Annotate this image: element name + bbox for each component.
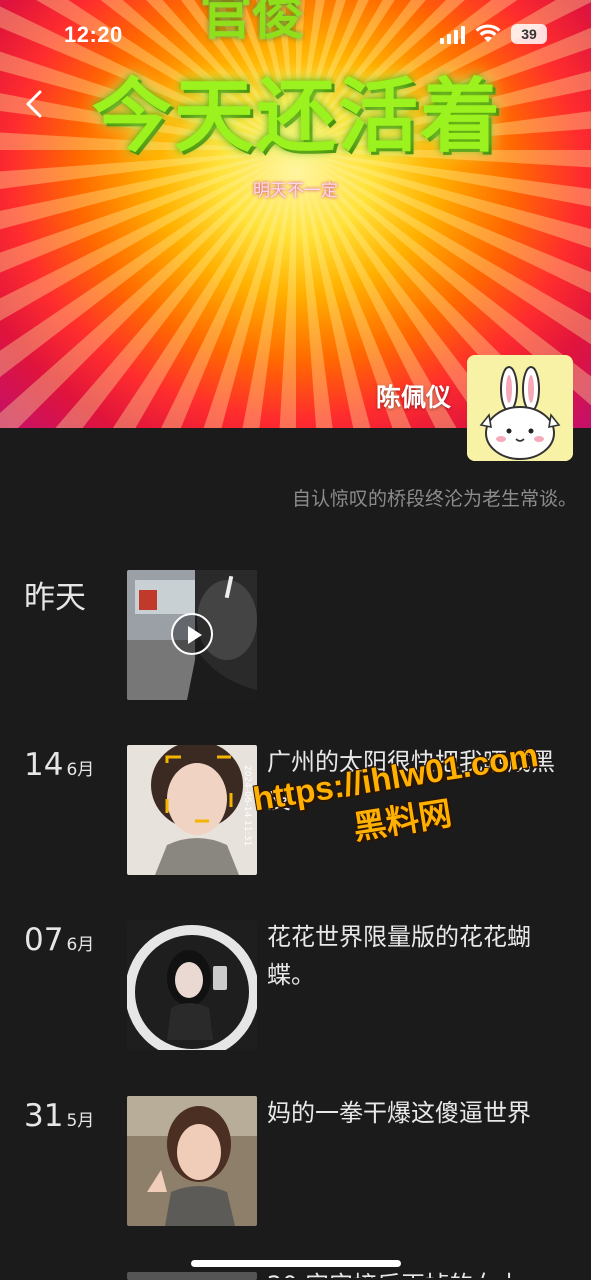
cover-subtext: 明天不一定 (253, 181, 338, 201)
bunny-avatar-icon (467, 355, 573, 461)
post-day: 07 (24, 922, 64, 958)
status-icons: 39 (440, 24, 547, 44)
post-month: 6月 (66, 760, 95, 780)
play-icon[interactable] (171, 613, 213, 655)
post-text[interactable]: 广州的太阳很快把我晒成黑皮 (267, 743, 557, 819)
post-photo-thumbnail[interactable] (127, 1272, 257, 1280)
profile-name[interactable]: 陈佩仪 (376, 378, 451, 414)
photo-thumbnail-image (127, 920, 257, 1050)
cellular-signal-icon (440, 24, 465, 44)
post-text[interactable]: 花花世界限量版的花花蝴蝶。 (267, 918, 557, 994)
post-text[interactable]: 20 实实接后再掉的女士 (267, 1266, 557, 1278)
back-arrow-icon[interactable] (22, 88, 48, 120)
wifi-icon (475, 24, 501, 42)
post-date: 昨天 (24, 580, 86, 616)
avatar[interactable] (467, 355, 573, 461)
post-photo-thumbnail[interactable] (127, 920, 257, 1050)
post-day: 31 (24, 1098, 64, 1134)
post-month: 6月 (66, 935, 95, 955)
post-day: 14 (24, 747, 64, 783)
post-date: 07 6月 (24, 922, 94, 958)
post-photo-thumbnail[interactable] (127, 1096, 257, 1226)
battery-icon: 39 (511, 24, 547, 44)
photo-thumbnail-image: 2024-06-14 11:31 (127, 745, 257, 875)
post-text[interactable]: 妈的一拳干爆这傻逼世界 (267, 1094, 557, 1132)
home-indicator[interactable] (191, 1260, 401, 1267)
cover-headline: 今天还活着 (92, 70, 502, 163)
post-video-thumbnail[interactable] (127, 570, 257, 700)
thumbnail-timestamp: 2024-06-14 11:31 (242, 765, 252, 846)
post-month: 5月 (66, 1111, 95, 1131)
post-photo-thumbnail[interactable]: 2024-06-14 11:31 (127, 745, 257, 875)
status-time: 12:20 (64, 22, 123, 47)
profile-signature: 自认惊叹的桥段终沦为老生常谈。 (291, 488, 577, 510)
post-date: 31 5月 (24, 1098, 94, 1134)
status-bar: 12:20 39 (0, 22, 591, 56)
post-date: 14 6月 (24, 747, 94, 783)
photo-thumbnail-image (127, 1096, 257, 1226)
